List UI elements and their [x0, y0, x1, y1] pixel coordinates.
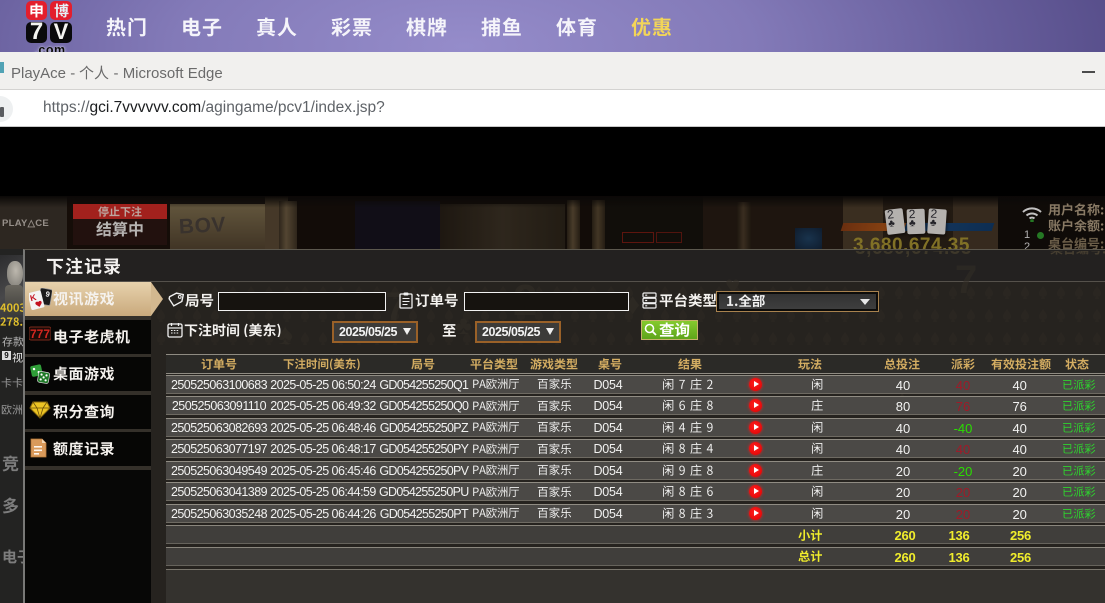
svg-text:777: 777 — [30, 327, 50, 341]
